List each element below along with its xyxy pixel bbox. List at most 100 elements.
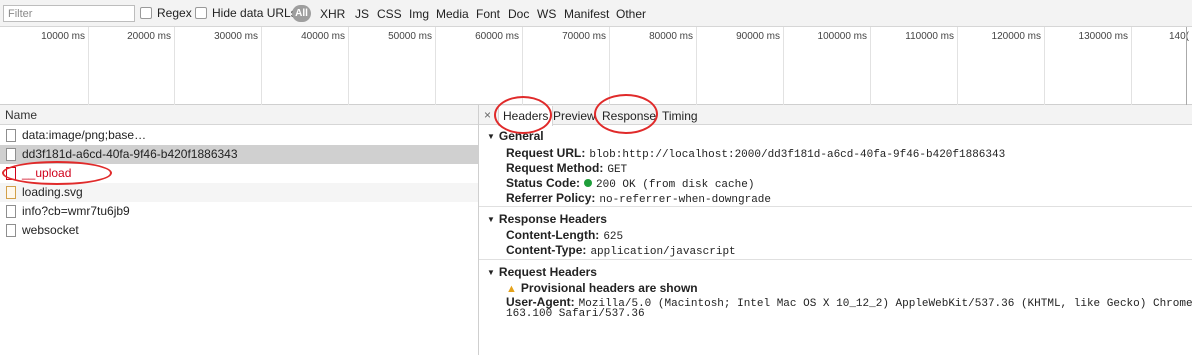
filter-css[interactable]: CSS (377, 7, 402, 21)
filter-manifest[interactable]: Manifest (564, 7, 609, 21)
filter-doc[interactable]: Doc (508, 7, 529, 21)
request-url-row: Request URL: blob:http://localhost:2000/d… (506, 146, 1005, 161)
file-icon (6, 167, 16, 180)
request-row[interactable]: websocket (0, 221, 478, 240)
filter-input[interactable] (3, 5, 135, 22)
tick-line (522, 27, 523, 105)
svg-file-icon (6, 186, 16, 199)
request-url-key: Request URL: (506, 146, 586, 160)
tick-label: 80000 ms (649, 31, 693, 42)
request-method-value: GET (607, 164, 628, 176)
panel-divider[interactable] (478, 105, 479, 355)
user-agent-value: Mozilla/5.0 (Macintosh; Intel Mac OS X 1… (578, 298, 1192, 310)
tick-label: 30000 ms (214, 31, 258, 42)
tab-preview[interactable]: Preview (553, 109, 596, 123)
request-headers-title: Request Headers (498, 265, 597, 279)
filter-all-button[interactable]: All (292, 5, 311, 22)
response-headers-title: Response Headers (498, 212, 607, 226)
tick-label: 140( (1168, 31, 1189, 42)
tick-line (957, 27, 958, 105)
content-length-row: Content-Length: 625 (506, 228, 623, 243)
tick-line (870, 27, 871, 105)
tick-line (348, 27, 349, 105)
tick-line (609, 27, 610, 105)
response-headers-toggle[interactable]: ▼ Response Headers (487, 212, 607, 226)
provisional-warning: ▲ Provisional headers are shown (506, 281, 698, 295)
filter-media[interactable]: Media (436, 7, 469, 21)
tab-timing[interactable]: Timing (662, 109, 698, 123)
tick-label: 120000 ms (991, 31, 1041, 42)
tick-line (435, 27, 436, 105)
file-icon (6, 224, 16, 237)
name-column-header[interactable]: Name (0, 105, 478, 125)
tick-line (696, 27, 697, 105)
status-code-value: 200 OK (from disk cache) (596, 179, 755, 191)
request-name: info?cb=wmr7tu6jb9 (22, 204, 130, 218)
provisional-text: Provisional headers are shown (520, 281, 698, 295)
request-name: loading.svg (22, 185, 83, 199)
content-type-value: application/javascript (590, 246, 736, 258)
hide-data-urls-option[interactable]: Hide data URLs (195, 6, 297, 20)
file-icon (6, 129, 16, 142)
regex-label: Regex (157, 6, 192, 20)
request-method-row: Request Method: GET (506, 161, 627, 176)
tick-label: 20000 ms (127, 31, 171, 42)
detail-tabbar: × Headers Preview Response Timing (479, 105, 1192, 126)
referrer-policy-value: no-referrer-when-downgrade (599, 194, 772, 206)
request-row[interactable]: loading.svg (0, 183, 478, 202)
caret-down-icon: ▼ (487, 215, 495, 224)
timeline-overview[interactable]: 10000 ms 20000 ms 30000 ms 40000 ms 5000… (0, 27, 1192, 105)
referrer-policy-row: Referrer Policy: no-referrer-when-downgra… (506, 191, 771, 206)
filter-other[interactable]: Other (616, 7, 646, 21)
file-icon (6, 205, 16, 218)
hide-data-urls-checkbox[interactable] (195, 7, 207, 19)
section-divider (479, 206, 1192, 207)
regex-checkbox[interactable] (140, 7, 152, 19)
request-row-selected[interactable]: dd3f181d-a6cd-40fa-9f46-b420f1886343 (0, 145, 478, 164)
request-name: data:image/png;base… (22, 128, 147, 142)
referrer-policy-key: Referrer Policy: (506, 191, 596, 205)
request-row[interactable]: info?cb=wmr7tu6jb9 (0, 202, 478, 221)
filter-font[interactable]: Font (476, 7, 500, 21)
filter-xhr[interactable]: XHR (320, 7, 345, 21)
tick-label: 100000 ms (817, 31, 867, 42)
tick-label: 50000 ms (388, 31, 432, 42)
section-divider (479, 259, 1192, 260)
content-type-row: Content-Type: application/javascript (506, 243, 736, 258)
tick-label: 70000 ms (562, 31, 606, 42)
tick-line (174, 27, 175, 105)
timeline-edge (1186, 27, 1187, 105)
caret-down-icon: ▼ (487, 132, 495, 141)
request-name: __upload (22, 166, 72, 180)
tick-label: 60000 ms (475, 31, 519, 42)
content-type-key: Content-Type: (506, 243, 587, 257)
tick-line (1044, 27, 1045, 105)
content-length-key: Content-Length: (506, 228, 600, 242)
request-url-value: blob:http://localhost:2000/dd3f181d-a6cd… (589, 149, 1006, 161)
request-headers-toggle[interactable]: ▼ Request Headers (487, 265, 597, 279)
tick-line (88, 27, 89, 105)
request-row[interactable]: __upload (0, 164, 478, 183)
tab-headers[interactable]: Headers (498, 106, 554, 126)
request-name: websocket (22, 223, 79, 237)
tick-label: 90000 ms (736, 31, 780, 42)
tick-label: 110000 ms (905, 31, 954, 42)
request-row[interactable]: data:image/png;base… (0, 126, 478, 145)
tick-label: 10000 ms (41, 31, 85, 42)
general-title: General (498, 129, 544, 143)
tick-line (783, 27, 784, 105)
regex-option[interactable]: Regex (140, 6, 192, 20)
general-section-toggle[interactable]: ▼ General (487, 129, 544, 143)
caret-down-icon: ▼ (487, 268, 495, 277)
content-length-value: 625 (603, 231, 624, 243)
tab-response[interactable]: Response (602, 109, 656, 123)
close-icon[interactable]: × (484, 108, 491, 122)
tick-label: 40000 ms (301, 31, 345, 42)
filter-ws[interactable]: WS (537, 7, 556, 21)
user-agent-continuation: 163.100 Safari/537.36 (506, 308, 645, 320)
request-method-key: Request Method: (506, 161, 604, 175)
status-ok-icon (584, 179, 593, 187)
filter-js[interactable]: JS (355, 7, 369, 21)
filter-toolbar: Regex Hide data URLs All XHR JS CSS Img … (0, 0, 1192, 27)
filter-img[interactable]: Img (409, 7, 429, 21)
